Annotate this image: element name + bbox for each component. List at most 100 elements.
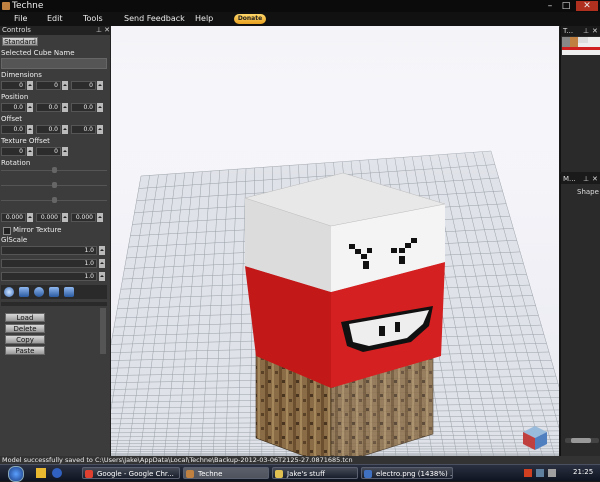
- position-z-input[interactable]: 0.0: [71, 103, 96, 112]
- rotation-label: Rotation: [0, 159, 111, 167]
- viewport-canvas[interactable]: [111, 26, 559, 456]
- taskbar: Google - Google Chr... Techne Jake's stu…: [0, 464, 600, 481]
- plane-tool-icon[interactable]: [49, 287, 59, 297]
- donate-button[interactable]: Donate: [234, 14, 266, 24]
- separator-grip[interactable]: [1, 302, 107, 306]
- rotation-y-thumb[interactable]: [52, 182, 57, 188]
- taskbar-item-techne[interactable]: Techne: [183, 467, 269, 479]
- rotation-x-stepper[interactable]: [27, 213, 33, 222]
- offset-x-input[interactable]: 0.0: [1, 125, 26, 134]
- chrome-icon: [85, 470, 93, 478]
- glscale-x-input[interactable]: 1.0: [1, 246, 97, 255]
- close-panel-icon[interactable]: ✕: [104, 26, 110, 34]
- close-panel-icon[interactable]: ✕: [592, 175, 598, 183]
- controls-scrollbar[interactable]: [100, 308, 106, 354]
- menu-file[interactable]: File: [14, 14, 27, 23]
- dimension-z-input[interactable]: 0: [71, 81, 96, 90]
- tray-icon[interactable]: [524, 469, 532, 477]
- texture-offset-x-input[interactable]: 0: [1, 147, 26, 156]
- minimize-button[interactable]: –: [542, 1, 558, 11]
- glscale-z-stepper[interactable]: [99, 272, 105, 281]
- sphere-tool-icon[interactable]: [4, 287, 14, 297]
- standard-button[interactable]: Standard: [2, 37, 38, 46]
- mirror-texture-label: Mirror Texture: [12, 226, 61, 234]
- glscale-y-stepper[interactable]: [99, 259, 105, 268]
- shape-column-header[interactable]: Shape: [577, 188, 599, 196]
- offset-x-stepper[interactable]: [27, 125, 33, 134]
- texture-panel: T... ⊥ ✕: [560, 26, 600, 172]
- load-texture-button[interactable]: Load Texture: [5, 313, 45, 322]
- rotation-x-thumb[interactable]: [52, 167, 57, 173]
- menu-send-feedback[interactable]: Send Feedback: [124, 14, 185, 23]
- image-viewer-icon: [364, 470, 372, 478]
- dimension-x-stepper[interactable]: [27, 81, 33, 90]
- delete-box-button[interactable]: Delete Box: [5, 324, 45, 333]
- rotation-y-input[interactable]: 0.000: [36, 213, 61, 222]
- group-tool-icon[interactable]: [64, 287, 74, 297]
- glscale-label: GlScale: [0, 236, 111, 244]
- model-panel-title: M...: [563, 175, 576, 183]
- texture-thumbnail[interactable]: [562, 37, 600, 55]
- cube-name-input[interactable]: [1, 58, 107, 69]
- scrollbar-thumb[interactable]: [571, 438, 591, 443]
- window-title: Techne: [12, 1, 43, 11]
- menu-help[interactable]: Help: [195, 14, 213, 23]
- selected-cube-name-label: Selected Cube Name: [0, 49, 111, 57]
- explorer-icon[interactable]: [36, 468, 46, 478]
- rotation-z-stepper[interactable]: [97, 213, 103, 222]
- glscale-y-input[interactable]: 1.0: [1, 259, 97, 268]
- offset-y-stepper[interactable]: [62, 125, 68, 134]
- position-x-stepper[interactable]: [27, 103, 33, 112]
- cylinder-tool-icon[interactable]: [34, 287, 44, 297]
- taskbar-item-chrome[interactable]: Google - Google Chr...: [82, 467, 180, 479]
- dimension-z-stepper[interactable]: [97, 81, 103, 90]
- rotation-z-input[interactable]: 0.000: [71, 213, 96, 222]
- menu-bar: File Edit Tools Send Feedback Help Donat…: [0, 12, 600, 27]
- texture-offset-label: Texture Offset: [0, 137, 111, 145]
- rotation-x-input[interactable]: 0.000: [1, 213, 26, 222]
- offset-y-input[interactable]: 0.0: [36, 125, 61, 134]
- position-y-input[interactable]: 0.0: [36, 103, 61, 112]
- taskbar-item-label: Jake's stuff: [287, 470, 325, 478]
- position-x-input[interactable]: 0.0: [1, 103, 26, 112]
- position-label: Position: [0, 93, 111, 101]
- cube-tool-icon[interactable]: [19, 287, 29, 297]
- dimension-x-input[interactable]: 0: [1, 81, 26, 90]
- dimension-y-input[interactable]: 0: [36, 81, 61, 90]
- position-z-stepper[interactable]: [97, 103, 103, 112]
- position-y-stepper[interactable]: [62, 103, 68, 112]
- menu-edit[interactable]: Edit: [47, 14, 63, 23]
- model-block[interactable]: [245, 173, 445, 456]
- media-player-icon[interactable]: [52, 468, 62, 478]
- menu-tools[interactable]: Tools: [83, 14, 103, 23]
- texture-offset-x-stepper[interactable]: [27, 147, 33, 156]
- close-button[interactable]: ✕: [576, 1, 598, 11]
- dimension-y-stepper[interactable]: [62, 81, 68, 90]
- offset-z-input[interactable]: 0.0: [71, 125, 96, 134]
- offset-z-stepper[interactable]: [97, 125, 103, 134]
- rotation-y-stepper[interactable]: [62, 213, 68, 222]
- glscale-z-input[interactable]: 1.0: [1, 272, 97, 281]
- taskbar-item-image-viewer[interactable]: electro.png (1438%) ...: [361, 467, 453, 479]
- taskbar-item-folder[interactable]: Jake's stuff: [272, 467, 358, 479]
- model-panel-scrollbar[interactable]: [565, 438, 599, 443]
- network-icon[interactable]: [536, 469, 544, 477]
- copy-button[interactable]: Copy: [5, 335, 45, 344]
- texture-offset-y-stepper[interactable]: [62, 147, 68, 156]
- controls-header-label: Controls: [2, 26, 31, 34]
- volume-icon[interactable]: [548, 469, 556, 477]
- mirror-texture-checkbox[interactable]: [3, 227, 11, 235]
- texture-panel-header: T... ⊥ ✕: [561, 26, 600, 36]
- close-panel-icon[interactable]: ✕: [592, 27, 598, 35]
- maximize-button[interactable]: □: [558, 1, 574, 11]
- pin-icon[interactable]: ⊥: [583, 27, 589, 35]
- rotation-z-thumb[interactable]: [52, 197, 57, 203]
- 3d-viewport[interactable]: [111, 26, 559, 456]
- clock[interactable]: 21:25: [573, 468, 593, 476]
- texture-offset-y-input[interactable]: 0: [36, 147, 61, 156]
- taskbar-item-label: electro.png (1438%) ...: [376, 470, 453, 478]
- pin-icon[interactable]: ⊥: [96, 26, 102, 34]
- paste-button[interactable]: Paste: [5, 346, 45, 355]
- glscale-x-stepper[interactable]: [99, 246, 105, 255]
- pin-icon[interactable]: ⊥: [583, 175, 589, 183]
